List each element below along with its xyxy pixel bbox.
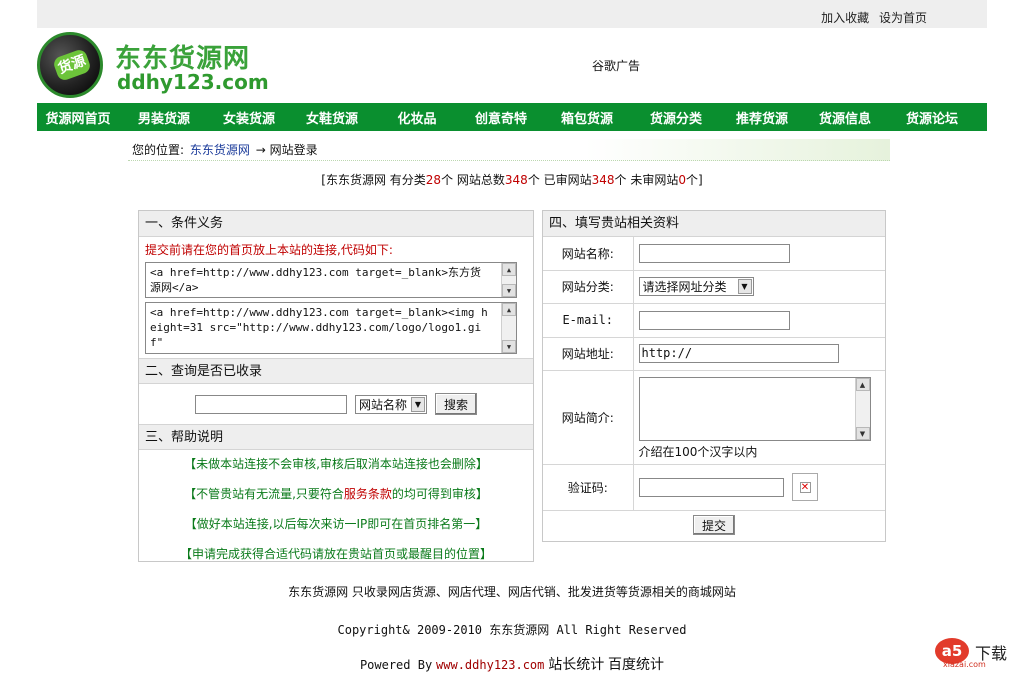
nav-womens[interactable]: 女装货源 (209, 108, 289, 127)
nav-bags[interactable]: 箱包货源 (543, 108, 631, 127)
search-field-select[interactable]: 网站名称 ▼ (354, 394, 427, 414)
download-watermark: a5 下载 xiazai.com (935, 636, 1015, 669)
approved-count: 348 (591, 173, 615, 187)
submit-button[interactable]: 提交 (692, 515, 735, 536)
nav-home[interactable]: 货源网首页 (37, 108, 119, 127)
intro-textarea[interactable]: ▲ ▼ (638, 377, 871, 441)
site-stats: [东东货源网 有分类28个 网站总数348个 已审网站348个 未审网站0个] (321, 173, 703, 187)
image-link-code[interactable]: <a href=http://www.ddhy123.com target=_b… (145, 302, 517, 354)
label-intro: 网站简介: (543, 370, 634, 465)
help-item: 【做好本站连接,以后每次来访一IP即可在首页排名第一】 (184, 517, 488, 531)
label-url: 网站地址: (543, 337, 634, 371)
section-siteinfo-title: 四、填写贵站相关资料 (543, 211, 885, 237)
terms-link[interactable]: 服务条款 (344, 487, 392, 501)
stat-link-1[interactable]: 站长统计 (548, 657, 604, 673)
site-info-panel: 四、填写贵站相关资料 网站名称: 网站分类: 请选择网址分类 ▼ E-mail:… (542, 210, 886, 542)
label-site-name: 网站名称: (543, 237, 634, 271)
pending-count: 0 (678, 173, 687, 187)
help-item: 【申请完成获得合适代码请放在贵站首页或最醒目的位置】 (179, 547, 492, 561)
breadcrumb: 您的位置: 东东货源网 → 网站登录 (128, 139, 890, 161)
text-link-code[interactable]: <a href=http://www.ddhy123.com target=_b… (145, 262, 517, 298)
site-name-input[interactable] (638, 243, 790, 263)
section-help-title: 三、帮助说明 (139, 424, 533, 450)
footer-powered: Powered By www.ddhy123.com 站长统计 百度统计 (359, 657, 665, 673)
stat-link-2[interactable]: 百度统计 (608, 657, 664, 673)
breadcrumb-site-link[interactable]: 东东货源网 (190, 143, 250, 157)
intro-hint: 介绍在100个汉字以内 (638, 445, 758, 459)
nav-creative[interactable]: 创意奇特 (459, 108, 543, 127)
label-captcha: 验证码: (543, 464, 634, 511)
label-category: 网站分类: (543, 270, 634, 304)
site-info-form: 网站名称: 网站分类: 请选择网址分类 ▼ E-mail: 网站地址: http… (543, 237, 885, 540)
scroll-down-icon[interactable]: ▼ (855, 427, 870, 440)
section-query-title: 二、查询是否已收录 (139, 358, 533, 384)
link-code-note: 提交前请在您的首页放上本站的连接,代码如下: (145, 243, 393, 257)
scrollbar[interactable]: ▲ ▼ (501, 303, 516, 353)
powered-url-link[interactable]: www.ddhy123.com (436, 658, 544, 672)
chevron-down-icon: ▼ (411, 396, 425, 412)
search-row: 网站名称 ▼ 搜索 (139, 384, 533, 424)
set-homepage-link[interactable]: 设为首页 (879, 11, 927, 25)
scroll-up-icon[interactable]: ▲ (502, 303, 516, 316)
scroll-up-icon[interactable]: ▲ (855, 378, 870, 391)
breadcrumb-current: 网站登录 (269, 143, 318, 157)
scrollbar[interactable]: ▲ ▼ (501, 263, 516, 297)
total-count: 348 (504, 173, 528, 187)
site-logo[interactable]: 货源 东东货源网 ddhy123.com (37, 30, 269, 100)
nav-info[interactable]: 货源信息 (803, 108, 887, 127)
footer-description: 东东货源网 只收录网店货源、网店代理、网店代销、批发进货等货源相关的商城网站 (288, 585, 736, 599)
chevron-down-icon: ▼ (737, 279, 752, 294)
nav-recommended[interactable]: 推荐货源 (721, 108, 803, 127)
site-url-input[interactable]: http:// (638, 344, 839, 363)
category-select[interactable]: 请选择网址分类 ▼ (638, 277, 754, 296)
broken-image-icon: ✕ (799, 482, 811, 493)
help-item: 【不管贵站有无流量,只要符合服务条款的均可得到审核】 (184, 487, 488, 501)
label-email: E-mail: (543, 303, 634, 338)
logo-emblem-icon: 货源 (37, 32, 103, 98)
logo-url: ddhy123.com (117, 70, 269, 94)
top-links: 加入收藏 设为首页 (815, 9, 927, 26)
category-count: 28 (425, 173, 442, 187)
nav-shoes[interactable]: 女鞋货源 (289, 108, 375, 127)
section-conditions-title: 一、条件义务 (139, 211, 533, 237)
add-favorite-link[interactable]: 加入收藏 (821, 11, 869, 25)
scroll-up-icon[interactable]: ▲ (502, 263, 516, 276)
scroll-down-icon[interactable]: ▼ (502, 284, 516, 297)
scrollbar[interactable]: ▲ ▼ (854, 378, 870, 440)
scroll-down-icon[interactable]: ▼ (502, 340, 516, 353)
conditions-panel: 一、条件义务 提交前请在您的首页放上本站的连接,代码如下: <a href=ht… (138, 210, 534, 562)
nav-categories[interactable]: 货源分类 (631, 108, 721, 127)
top-bar: 加入收藏 设为首页 (37, 0, 987, 28)
captcha-image[interactable]: ✕ (791, 473, 818, 501)
nav-cosmetics[interactable]: 化妆品 (375, 108, 459, 127)
search-button[interactable]: 搜索 (435, 393, 478, 415)
nav-mens[interactable]: 男装货源 (119, 108, 209, 127)
nav-forum[interactable]: 货源论坛 (887, 108, 977, 127)
search-input[interactable] (194, 394, 347, 414)
email-input[interactable] (638, 310, 790, 330)
help-item: 【未做本站连接不会审核,审核后取消本站连接也会删除】 (184, 457, 488, 471)
footer-copyright: Copyright& 2009-2010 东东货源网 All Right Res… (337, 623, 687, 637)
main-nav: 货源网首页 男装货源 女装货源 女鞋货源 化妆品 创意奇特 箱包货源 货源分类 … (37, 103, 987, 131)
ad-placeholder: 谷歌广告 (592, 59, 641, 73)
captcha-input[interactable] (638, 477, 784, 497)
